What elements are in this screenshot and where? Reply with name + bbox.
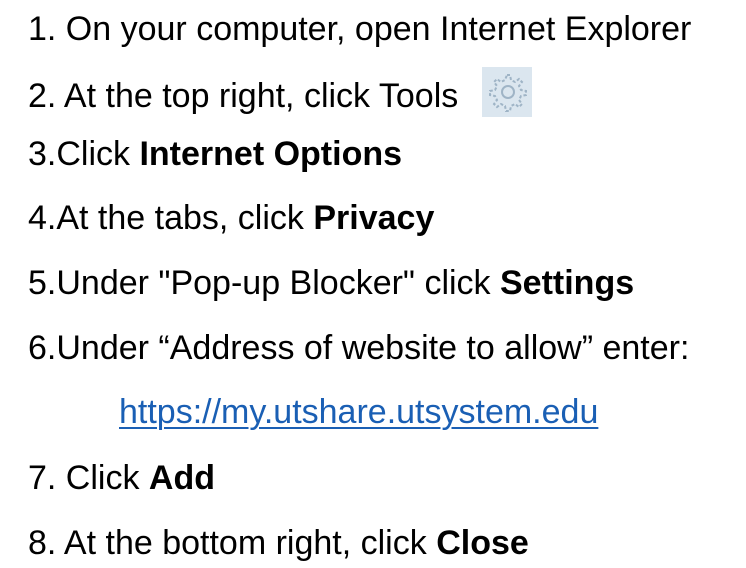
step-3-bold: Internet Options [139,135,403,173]
website-url-link[interactable]: https://my.utshare.utsystem.edu [119,393,598,431]
step-2: 2. At the top right, click Tools [28,67,533,121]
step-8-prefix: 8. At the bottom right, click [28,524,437,562]
step-4-prefix: 4.At the tabs, click [28,199,314,237]
instructions-page: 1. On your computer, open Internet Explo… [0,0,746,568]
step-1-text: 1. On your computer, open Internet Explo… [28,10,692,48]
step-7: 7. Click Add [28,461,215,495]
step-5-prefix: 5.Under "Pop-up Blocker" click [28,264,500,302]
step-8: 8. At the bottom right, click Close [28,526,529,560]
gear-icon [482,67,533,117]
step-3: 3.Click Internet Options [28,137,402,171]
step-7-prefix: 7. Click [28,459,149,497]
step-5: 5.Under "Pop-up Blocker" click Settings [28,266,634,300]
step-1: 1. On your computer, open Internet Explo… [28,12,691,46]
step-6: 6.Under “Address of website to allow” en… [28,331,689,365]
step-7-bold: Add [148,459,216,497]
step-6-text: 6.Under “Address of website to allow” en… [28,329,690,367]
step-4: 4.At the tabs, click Privacy [28,201,434,235]
step-8-bold: Close [436,524,529,562]
step-3-prefix: 3.Click [28,135,140,173]
website-url-line: https://my.utshare.utsystem.edu [119,395,598,429]
step-2-text: 2. At the top right, click Tools [28,77,459,115]
step-4-bold: Privacy [313,199,435,237]
step-5-bold: Settings [500,264,635,302]
